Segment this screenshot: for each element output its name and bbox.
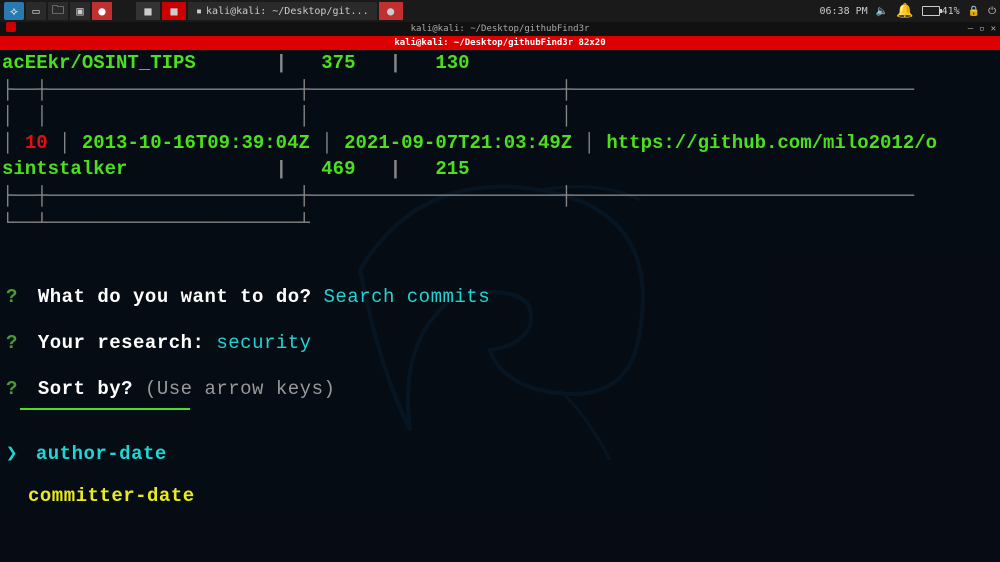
prompt-sort: ? Sort by? (Use arrow keys) (0, 376, 1000, 402)
cell-stars: 375 (321, 52, 355, 74)
cell-created: 2013-10-16T09:39:04Z (82, 132, 310, 154)
battery-percent: 41% (942, 6, 960, 17)
option-committer-date: committer-date (28, 485, 195, 507)
cell-stars-2: 469 (321, 158, 355, 180)
taskbar-window-item[interactable]: ▪ kali@kali: ~/Desktop/git... (188, 2, 377, 20)
taskbar-recorder-window[interactable]: ● (379, 2, 403, 20)
battery-icon (922, 6, 940, 16)
files-icon[interactable]: 🗀 (48, 2, 68, 20)
terminal-status-text: kali@kali: ~/Desktop/githubFind3r 82x20 (394, 38, 605, 48)
prompt-q2: Your research: (38, 332, 205, 354)
pointer-icon: ❯ (6, 443, 18, 465)
prompt-research: ? Your research: security (0, 330, 1000, 356)
option-author-date: author-date (36, 443, 167, 465)
cell-forks-2: 215 (435, 158, 469, 180)
kali-menu-icon[interactable]: ⟡ (4, 2, 24, 20)
close-button[interactable]: ✕ (991, 22, 996, 36)
cell-forks: 130 (435, 52, 469, 74)
workspace-1[interactable]: ■ (136, 2, 160, 20)
output-table: acEEkr/OSINT_TIPS | 375 | 130 ├──┼──────… (0, 50, 1000, 236)
cell-updated: 2021-09-07T21:03:49Z (344, 132, 572, 154)
terminal-task-icon: ▪ (196, 6, 202, 17)
cell-url: https://github.com/milo2012/o (606, 132, 937, 154)
clock[interactable]: 06:38 PM (820, 6, 868, 17)
workspace-2[interactable]: ■ (162, 2, 186, 20)
show-desktop-icon[interactable]: ▭ (26, 2, 46, 20)
prompt-q3: Sort by? (38, 378, 133, 400)
terminal-status-bar: kali@kali: ~/Desktop/githubFind3r 82x20 (0, 36, 1000, 50)
maximize-button[interactable]: ▫ (979, 22, 984, 36)
battery-indicator[interactable]: 41% (922, 6, 960, 17)
question-mark-icon: ? (6, 378, 18, 400)
prompt-action: ? What do you want to do? Search commits (0, 284, 1000, 310)
question-mark-icon: ? (6, 332, 18, 354)
cell-repo-cont: sintstalker (2, 158, 127, 180)
window-title-bar: kali@kali: ~/Desktop/githubFind3r — ▫ ✕ (0, 22, 1000, 36)
prompt-a1: Search commits (323, 286, 490, 308)
terminal[interactable]: acEEkr/OSINT_TIPS | 375 | 130 ├──┼──────… (0, 50, 1000, 562)
volume-icon[interactable]: 🔈 (876, 6, 888, 17)
notifications-icon[interactable]: 🔔 (896, 3, 913, 19)
sort-option-2[interactable]: committer-date (0, 483, 1000, 509)
question-mark-icon: ? (6, 286, 18, 308)
minimize-button[interactable]: — (968, 22, 973, 36)
prompt-q1: What do you want to do? (38, 286, 312, 308)
window-title: kali@kali: ~/Desktop/githubFind3r (411, 24, 590, 34)
cell-id: 10 (25, 132, 48, 154)
sort-option-selected[interactable]: ❯ author-date (0, 440, 1000, 467)
cell-repo-name: acEEkr/OSINT_TIPS (2, 52, 196, 74)
power-icon[interactable]: ⏻ (988, 6, 996, 17)
prompt-hint: (Use arrow keys) (145, 378, 335, 400)
prompt-a2: security (216, 332, 311, 354)
lock-icon[interactable]: 🔒 (968, 6, 980, 17)
window-app-icon (6, 22, 16, 32)
record-icon[interactable]: ● (92, 2, 112, 20)
selection-separator (20, 408, 190, 410)
taskbar: ⟡ ▭ 🗀 ▣ ● ■ ■ ▪ kali@kali: ~/Desktop/git… (0, 0, 1000, 22)
terminal-launcher-icon[interactable]: ▣ (70, 2, 90, 20)
taskbar-window-label: kali@kali: ~/Desktop/git... (206, 6, 369, 17)
